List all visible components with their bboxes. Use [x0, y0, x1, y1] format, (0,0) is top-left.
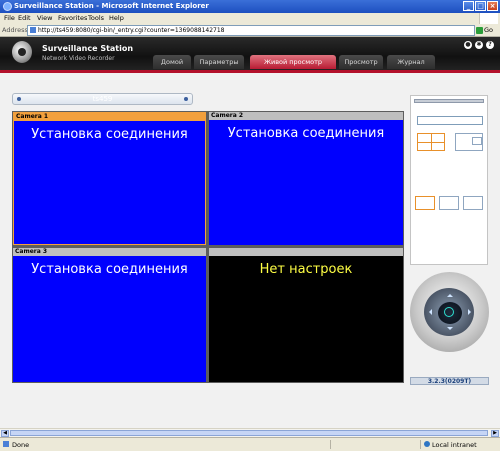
menu-view[interactable]: View — [37, 14, 52, 22]
server-label: ts459 — [92, 95, 113, 103]
page-icon — [30, 27, 36, 33]
scroll-left-icon[interactable]: ◀ — [1, 430, 9, 437]
camera-cell-2[interactable]: Camera 2 Установка соединения — [209, 112, 403, 245]
go-button[interactable]: Go — [476, 25, 498, 35]
address-input[interactable]: http://ts459:8080/cgi-bin/_entry.cgi?cou… — [27, 25, 475, 36]
ptz-up-icon[interactable] — [447, 291, 453, 297]
video-area[interactable]: Нет настроек — [209, 256, 403, 382]
ptz-right-icon[interactable] — [468, 309, 474, 315]
status-text: Done — [12, 441, 30, 449]
camera-name: Camera 1 — [14, 113, 205, 121]
minimize-button[interactable]: _ — [463, 1, 474, 11]
ptz-down-icon[interactable] — [447, 327, 453, 333]
tab-playback[interactable]: Просмотр — [339, 55, 383, 69]
layout-single-icon[interactable] — [463, 196, 483, 210]
close-button[interactable]: × — [487, 1, 498, 11]
header-accent-line — [0, 70, 500, 73]
settings-icon[interactable]: ✱ — [475, 41, 483, 49]
version-label: 3.2.3(0209T) — [410, 377, 489, 385]
status-separator — [420, 440, 421, 449]
go-label: Go — [484, 26, 494, 34]
camera-cell-4[interactable]: Нет настроек — [209, 248, 403, 382]
panel-input[interactable] — [417, 116, 483, 125]
tab-log[interactable]: Журнал — [387, 55, 435, 69]
scroll-thumb[interactable] — [10, 430, 488, 436]
layout-2x2-icon[interactable] — [417, 133, 445, 151]
status-bar: Done Local intranet — [0, 437, 500, 451]
camera-logo-icon — [12, 41, 32, 63]
address-bar: Address http://ts459:8080/cgi-bin/_entry… — [0, 24, 500, 37]
app-title: Surveillance Station — [42, 44, 134, 53]
camera-status: Нет настроек — [259, 262, 353, 277]
user-icon[interactable]: ● — [464, 41, 472, 49]
camera-status: Установка соединения — [31, 127, 188, 142]
camera-status: Установка соединения — [31, 262, 188, 277]
app-subtitle: Network Video Recorder — [42, 55, 115, 62]
camera-cell-1[interactable]: Camera 1 Установка соединения — [13, 112, 206, 245]
window-controls: _ □ × — [463, 1, 498, 11]
server-bar[interactable]: ts459 — [12, 93, 193, 105]
security-zone: Local intranet — [432, 441, 477, 449]
page-done-icon — [3, 441, 9, 447]
video-area[interactable]: Установка соединения — [13, 256, 206, 382]
maximize-button[interactable]: □ — [475, 1, 486, 11]
tab-home[interactable]: Домой — [153, 55, 191, 69]
status-separator — [330, 440, 331, 449]
video-area[interactable]: Установка соединения — [209, 120, 403, 245]
address-label: Address — [2, 26, 28, 34]
header-icons: ● ✱ ? — [464, 41, 494, 49]
menu-file[interactable]: File — [4, 14, 15, 22]
menu-favorites[interactable]: Favorites — [58, 14, 87, 22]
ptz-left-icon[interactable] — [426, 309, 432, 315]
camera-cell-3[interactable]: Camera 3 Установка соединения — [13, 248, 206, 382]
layout-1plus-icon[interactable] — [455, 133, 483, 151]
app-header: Surveillance Station Network Video Recor… — [0, 37, 500, 70]
menu-tools[interactable]: Tools — [88, 14, 104, 22]
ptz-home-icon[interactable] — [444, 307, 454, 317]
layout-corner-icon[interactable] — [415, 196, 435, 210]
tab-settings[interactable]: Параметры — [194, 55, 244, 69]
windows-logo-icon — [479, 13, 498, 24]
address-url: http://ts459:8080/cgi-bin/_entry.cgi?cou… — [38, 27, 225, 34]
help-icon[interactable]: ? — [486, 41, 494, 49]
ie-icon — [3, 2, 12, 11]
fullscreen-icon[interactable] — [439, 196, 459, 210]
ptz-control[interactable] — [410, 272, 489, 352]
layout-panel — [410, 95, 488, 265]
tab-live-view[interactable]: Живой просмотр — [250, 55, 336, 69]
scroll-right-icon[interactable]: ▶ — [491, 430, 499, 437]
go-arrow-icon — [476, 26, 483, 34]
camera-name — [209, 248, 403, 256]
video-area[interactable]: Установка соединения — [14, 121, 205, 244]
camera-status: Установка соединения — [227, 126, 385, 141]
menu-edit[interactable]: Edit — [18, 14, 31, 22]
camera-name: Camera 3 — [13, 248, 206, 256]
server-right-dot-icon — [184, 97, 188, 101]
camera-name: Camera 2 — [209, 112, 403, 120]
intranet-icon — [424, 441, 430, 447]
window-title: Surveillance Station - Microsoft Interne… — [14, 2, 209, 10]
panel-header — [414, 99, 484, 103]
page-content: Surveillance Station Network Video Recor… — [0, 37, 500, 437]
camera-grid: Camera 1 Установка соединения Camera 2 У… — [12, 111, 404, 383]
window-titlebar: Surveillance Station - Microsoft Interne… — [0, 0, 500, 13]
menu-help[interactable]: Help — [109, 14, 124, 22]
